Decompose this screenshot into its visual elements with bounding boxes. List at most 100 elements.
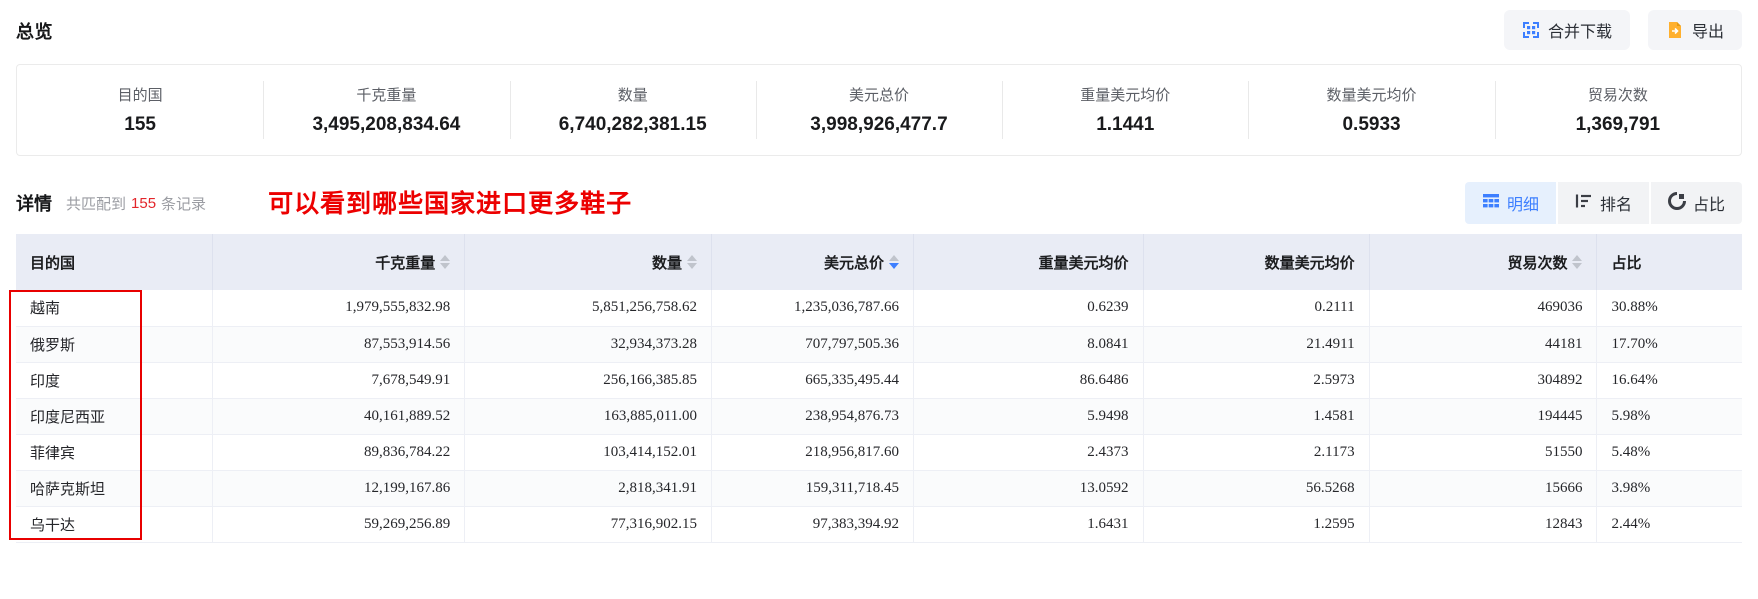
cell-value: 238,954,876.73 xyxy=(711,398,914,435)
column-header-label: 贸易次数 xyxy=(1507,254,1568,272)
table-row: 乌干达 59,269,256.89 77,316,902.15 97,383,394.… xyxy=(16,506,1742,543)
cell-value: 2.4373 xyxy=(913,434,1144,471)
stat-value: 3,495,208,834.64 xyxy=(312,114,461,135)
overview-stats-card: 目的国 155 千克重量 3,495,208,834.64 数量 6,740,282,38… xyxy=(16,64,1742,156)
view-tab-ranking[interactable]: 排名 xyxy=(1557,182,1649,224)
table-row: 菲律宾 89,836,784.22 103,414,152.01 218,956,81… xyxy=(16,434,1742,471)
export-button[interactable]: 导出 xyxy=(1647,10,1742,50)
cell-value: 2.44% xyxy=(1596,506,1742,543)
cell-value: 194445 xyxy=(1369,398,1598,435)
ranking-icon xyxy=(1575,192,1593,215)
stat-label: 千克重量 xyxy=(356,87,417,104)
stat-label: 美元总价 xyxy=(848,87,909,104)
view-toggle-group: 明细 排名 占比 xyxy=(1464,182,1742,224)
sort-carets-icon[interactable] xyxy=(1572,255,1583,269)
cell-value: 5.48% xyxy=(1596,434,1742,471)
cell-value: 1.6431 xyxy=(913,506,1144,543)
column-header-8: 占比 xyxy=(1596,234,1742,290)
details-title: 详情 xyxy=(16,194,52,214)
sort-carets-icon[interactable] xyxy=(687,255,698,269)
overview-stat: 目的国 155 xyxy=(17,65,263,155)
column-header-label: 美元总价 xyxy=(823,254,884,272)
cell-country: 菲律宾 xyxy=(16,434,214,471)
overview-stat: 贸易次数 1,369,791 xyxy=(1494,65,1741,155)
cell-value: 707,797,505.36 xyxy=(711,326,914,363)
stat-value: 1,369,791 xyxy=(1575,114,1661,135)
cell-value: 1,235,036,787.66 xyxy=(711,290,914,327)
cell-value: 256,166,385.85 xyxy=(464,362,713,399)
match-count: 155 xyxy=(131,194,157,212)
column-header-label: 数量 xyxy=(652,254,683,272)
cell-value: 5.98% xyxy=(1596,398,1742,435)
column-header-4[interactable]: 美元总价 xyxy=(711,234,914,290)
column-header-6: 数量美元均价 xyxy=(1143,234,1370,290)
stat-label: 数量美元均价 xyxy=(1326,87,1417,104)
merge-download-button[interactable]: 合并下载 xyxy=(1503,10,1630,50)
match-prefix: 共匹配到 xyxy=(66,195,127,213)
column-header-7[interactable]: 贸易次数 xyxy=(1369,234,1598,290)
cell-value: 56.5268 xyxy=(1143,470,1370,507)
trade-analytics-page: 总览 合并下载 导出 目的国 155 千克重量 3,495,208,834.64 数量 6,… xyxy=(0,0,1758,599)
stat-label: 数量 xyxy=(617,87,648,104)
cell-value: 30.88% xyxy=(1596,290,1742,327)
cell-value: 163,885,011.00 xyxy=(464,398,713,435)
details-bar: 详情 共匹配到 155 条记录 可以看到哪些国家进口更多鞋子 明细 排名 占比 xyxy=(0,182,1758,224)
cell-value: 15666 xyxy=(1369,470,1598,507)
overview-stat: 数量美元均价 0.5933 xyxy=(1248,65,1494,155)
cell-value: 40,161,889.52 xyxy=(212,398,466,435)
view-tab-label: 明细 xyxy=(1506,197,1539,214)
stat-value: 3,998,926,477.7 xyxy=(810,114,948,135)
stat-value: 1.1441 xyxy=(1096,114,1155,135)
overview-stat: 数量 6,740,282,381.15 xyxy=(509,65,756,155)
view-tab-detail[interactable]: 明细 xyxy=(1464,182,1556,224)
column-header-5: 重量美元均价 xyxy=(913,234,1144,290)
cell-value: 1,979,555,832.98 xyxy=(212,290,466,327)
cell-value: 1.2595 xyxy=(1143,506,1370,543)
view-tab-label: 占比 xyxy=(1692,197,1725,214)
cell-value: 77,316,902.15 xyxy=(464,506,713,543)
cell-country: 乌干达 xyxy=(16,506,214,543)
cell-value: 3.98% xyxy=(1596,470,1742,507)
column-header-label: 数量美元均价 xyxy=(1264,254,1355,272)
column-header-2[interactable]: 千克重量 xyxy=(212,234,466,290)
cell-value: 16.64% xyxy=(1596,362,1742,399)
view-tab-proportion[interactable]: 占比 xyxy=(1650,182,1742,224)
sort-carets-icon[interactable] xyxy=(888,255,899,269)
details-table: 目的国 千克重量 数量 美元总价 重量美元均价 数量美元均价 贸易次数 占比 越南 1,979,… xyxy=(16,234,1742,543)
cell-country: 印度 xyxy=(16,362,214,399)
cell-value: 5.9498 xyxy=(913,398,1144,435)
view-tab-label: 排名 xyxy=(1599,197,1632,214)
cell-value: 1.4581 xyxy=(1143,398,1370,435)
cell-value: 51550 xyxy=(1369,434,1598,471)
stat-value: 155 xyxy=(124,114,156,135)
column-header-1: 目的国 xyxy=(16,234,214,290)
cell-value: 97,383,394.92 xyxy=(711,506,914,543)
cell-value: 13.0592 xyxy=(913,470,1144,507)
cell-value: 86.6486 xyxy=(913,362,1144,399)
overview-stat: 千克重量 3,495,208,834.64 xyxy=(263,65,509,155)
cell-country: 越南 xyxy=(16,290,214,327)
top-actions: 合并下载 导出 xyxy=(1503,10,1742,50)
cell-value: 665,335,495.44 xyxy=(711,362,914,399)
column-header-label: 重量美元均价 xyxy=(1038,254,1129,272)
cell-value: 159,311,718.45 xyxy=(711,470,914,507)
cell-country: 俄罗斯 xyxy=(16,326,214,363)
stat-label: 贸易次数 xyxy=(1587,87,1648,104)
table-row: 俄罗斯 87,553,914.56 32,934,373.28 707,797,505… xyxy=(16,326,1742,363)
annotation-text: 可以看到哪些国家进口更多鞋子 xyxy=(268,188,633,218)
cell-value: 0.2111 xyxy=(1143,290,1370,327)
cell-value: 218,956,817.60 xyxy=(711,434,914,471)
cell-value: 103,414,152.01 xyxy=(464,434,713,471)
cell-value: 89,836,784.22 xyxy=(212,434,466,471)
column-header-label: 千克重量 xyxy=(375,254,436,272)
merge-download-icon xyxy=(1522,21,1540,39)
table-row: 印度尼西亚 40,161,889.52 163,885,011.00 238,954,… xyxy=(16,398,1742,435)
details-table-wrap: 目的国 千克重量 数量 美元总价 重量美元均价 数量美元均价 贸易次数 占比 越南 1,979,… xyxy=(9,234,1742,543)
cell-value: 304892 xyxy=(1369,362,1598,399)
column-header-label: 占比 xyxy=(1611,254,1642,272)
cell-country: 哈萨克斯坦 xyxy=(16,470,214,507)
sort-carets-icon[interactable] xyxy=(440,255,451,269)
column-header-3[interactable]: 数量 xyxy=(464,234,713,290)
cell-value: 0.6239 xyxy=(913,290,1144,327)
cell-value: 12843 xyxy=(1369,506,1598,543)
